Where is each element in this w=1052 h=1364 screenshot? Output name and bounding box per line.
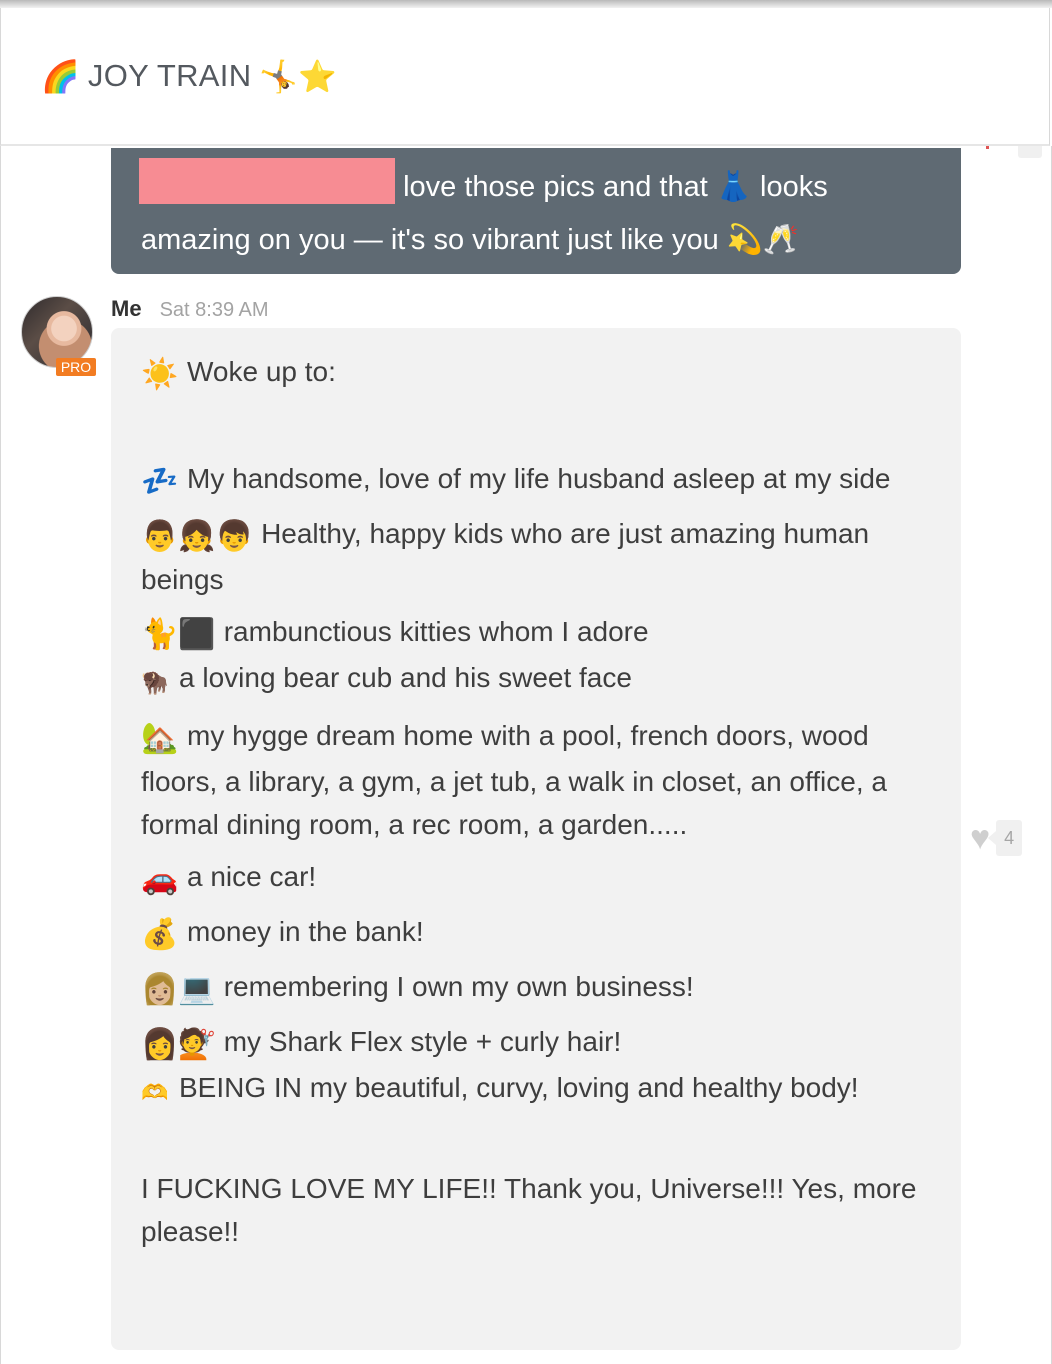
message-timestamp: Sat 8:39 AM	[159, 299, 269, 321]
message-line: 👩💇 my Shark Flex style + curly hair!	[141, 1020, 931, 1066]
message-line: 💤 My handsome, love of my life husband as…	[141, 457, 931, 503]
like-count: 4	[988, 820, 1023, 856]
message-line: 👨👧👦 Healthy, happy kids who are just amaz…	[141, 512, 931, 601]
message-line: 💰 money in the bank!	[141, 910, 931, 956]
pro-badge: PRO	[56, 358, 96, 376]
chat-header: 🌈 JOY TRAIN 🤸⭐	[0, 8, 1050, 146]
gymnast-star-icon: 🤸⭐	[259, 58, 338, 95]
cats-icon: 🐈⬛	[141, 617, 216, 652]
previous-message-line-1: love those pics and that 👗 looks	[139, 158, 931, 213]
money-bag-icon: 💰	[141, 917, 179, 952]
previous-message-line-2: amazing on you — it's so vibrant just li…	[141, 222, 800, 256]
house-icon: 🏡	[141, 721, 179, 756]
rainbow-icon: 🌈	[41, 58, 80, 95]
unread-marker	[986, 146, 989, 149]
sun-icon: ☀️	[141, 357, 179, 392]
car-icon: 🚗	[141, 862, 179, 897]
woman-hair-icon: 👩💇	[141, 1027, 216, 1062]
message-line: 👩🏼💻 remembering I own my own business!	[141, 965, 931, 1011]
channel-title[interactable]: 🌈 JOY TRAIN 🤸⭐	[41, 58, 337, 95]
message-meta: Me Sat 8:39 AM	[111, 296, 269, 322]
message-line: 🫶 BEING IN my beautiful, curvy, loving an…	[141, 1066, 931, 1115]
woman-computer-icon: 👩🏼💻	[141, 972, 216, 1007]
message-line: ☀️ Woke up to:	[141, 350, 931, 396]
top-shadow	[0, 0, 1052, 8]
heart-hands-icon: 🫶	[141, 1081, 169, 1106]
like-control[interactable]: ♥ 4	[970, 820, 1023, 856]
zzz-icon: 💤	[141, 464, 179, 499]
message-author[interactable]: Me	[111, 296, 142, 322]
message-line: 🏡 my hygge dream home with a pool, french…	[141, 714, 931, 846]
message-bubble: ☀️ Woke up to: 💤 My handsome, love of my l…	[111, 328, 961, 1350]
message-line: 🦬 a loving bear cub and his sweet face	[141, 656, 931, 705]
message-line: 🚗 a nice car!	[141, 855, 931, 901]
channel-name: JOY TRAIN	[87, 58, 252, 93]
message-line-closing: I FUCKING LOVE MY LIFE!! Thank you, Univ…	[141, 1173, 917, 1247]
kids-icon: 👨👧👦	[141, 519, 254, 554]
redacted-name	[139, 158, 395, 204]
heart-icon[interactable]: ♥	[970, 821, 990, 855]
previous-message-reaction-stub	[1018, 146, 1042, 158]
frame-border-left	[0, 146, 1, 1364]
message-line: 🐈⬛ rambunctious kitties whom I adore	[141, 610, 931, 656]
sparkle-cheers-icon: 💫🥂	[726, 222, 800, 256]
previous-message-bubble: love those pics and that 👗 looks amazing…	[111, 148, 961, 274]
bison-icon: 🦬	[141, 671, 169, 696]
dress-icon: 👗	[715, 169, 752, 203]
